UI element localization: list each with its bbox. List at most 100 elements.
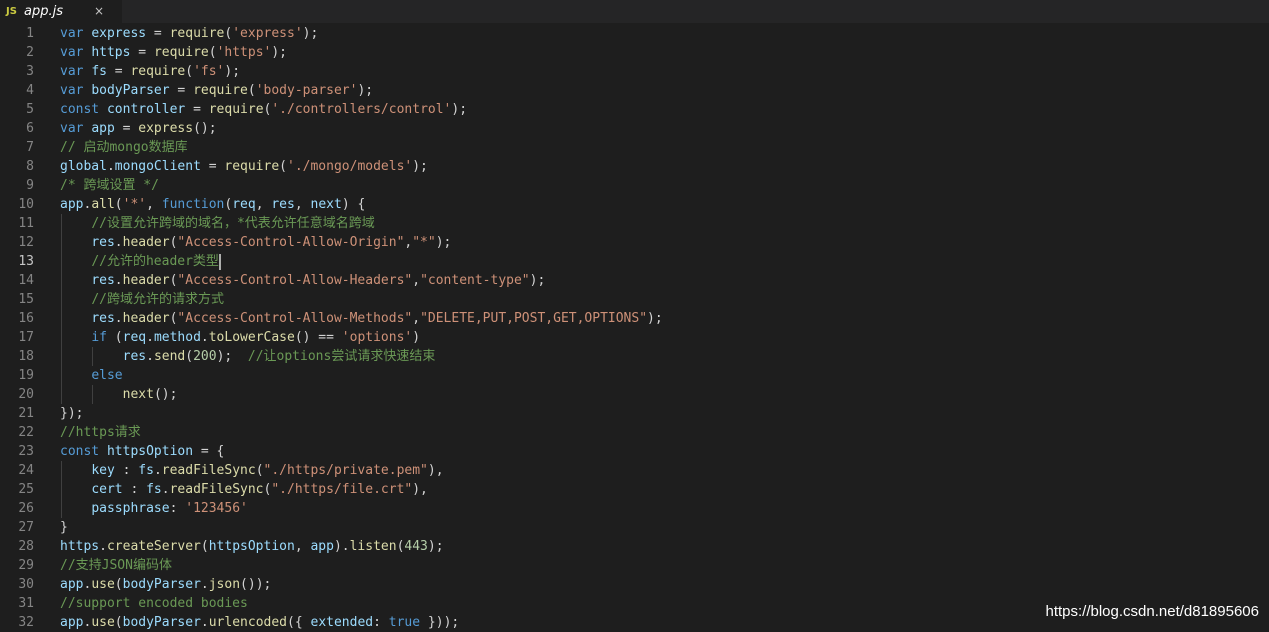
- tab-app-js[interactable]: JS app.js ×: [0, 0, 122, 23]
- code-line[interactable]: 12 res.header("Access-Control-Allow-Orig…: [0, 233, 1269, 252]
- code-line[interactable]: 19 else: [0, 366, 1269, 385]
- code-token: (: [106, 330, 123, 345]
- code-token: }: [60, 520, 68, 535]
- code-token: var: [60, 45, 92, 60]
- line-number: 16: [18, 311, 34, 326]
- line-number: 27: [18, 520, 34, 535]
- code-text: //support encoded bodies: [60, 594, 248, 613]
- code-token: (: [200, 539, 209, 554]
- code-token: https: [60, 539, 100, 554]
- code-token: 'options': [341, 330, 413, 345]
- code-line[interactable]: 28 https.createServer(httpsOption, app).l…: [0, 537, 1269, 556]
- code-line[interactable]: 3 var fs = require('fs');: [0, 62, 1269, 81]
- code-token: httpsOption: [106, 444, 194, 459]
- code-token: "Access-Control-Allow-Methods": [177, 311, 413, 326]
- close-icon[interactable]: ×: [92, 0, 106, 23]
- code-line[interactable]: 14 res.header("Access-Control-Allow-Head…: [0, 271, 1269, 290]
- code-line[interactable]: 21});: [0, 404, 1269, 423]
- code-text: }: [60, 518, 68, 537]
- code-token: () ==: [294, 330, 342, 345]
- code-token: .: [153, 463, 162, 478]
- code-text: var fs = require('fs');: [60, 62, 240, 81]
- code-token: ({: [287, 615, 311, 630]
- code-text: global.mongoClient = require('./mongo/mo…: [60, 157, 428, 176]
- code-token: 'express': [232, 26, 303, 41]
- code-line[interactable]: 9 /* 跨域设置 */: [0, 176, 1269, 195]
- code-token: /* 跨域设置 */: [60, 178, 159, 193]
- code-token: ),: [427, 463, 444, 478]
- code-line[interactable]: 4 var bodyParser = require('body-parser')…: [0, 81, 1269, 100]
- code-line[interactable]: 13 //允许的header类型: [0, 252, 1269, 271]
- code-token: header: [122, 235, 170, 250]
- code-line[interactable]: 1 var express = require('express');: [0, 24, 1269, 43]
- line-number: 10: [18, 197, 34, 212]
- code-token: .: [99, 539, 107, 554]
- code-token: :: [169, 501, 186, 516]
- code-token: readFileSync: [161, 463, 256, 478]
- indent-guide: [61, 214, 62, 404]
- code-text: const controller = require('./controller…: [60, 100, 467, 119]
- code-text: next();: [60, 385, 178, 404]
- code-text: app.use(bodyParser.urlencoded({ extended…: [60, 613, 459, 632]
- code-line[interactable]: 22 //https请求: [0, 423, 1269, 442]
- code-text: var https = require('https');: [60, 43, 287, 62]
- code-line[interactable]: 25 cert : fs.readFileSync("./https/file.…: [0, 480, 1269, 499]
- indent-guide: [92, 385, 93, 404]
- line-number: 21: [18, 406, 34, 421]
- code-editor[interactable]: 1 var express = require('express'); 2 var h…: [0, 24, 1269, 632]
- code-line[interactable]: 8 global.mongoClient = require('./mongo/m…: [0, 157, 1269, 176]
- code-token: else: [91, 368, 123, 383]
- code-line[interactable]: 15 //跨域允许的请求方式: [0, 290, 1269, 309]
- code-line[interactable]: 6 var app = express();: [0, 119, 1269, 138]
- code-token: var: [60, 121, 92, 136]
- code-line[interactable]: 20 next();: [0, 385, 1269, 404]
- code-line[interactable]: 5 const controller = require('./controlle…: [0, 100, 1269, 119]
- line-number: 15: [18, 292, 34, 307]
- code-token: });: [60, 406, 84, 421]
- code-token: var: [60, 64, 92, 79]
- line-number: 23: [18, 444, 34, 459]
- code-token: use: [91, 615, 115, 630]
- code-line[interactable]: 24 key : fs.readFileSync("./https/privat…: [0, 461, 1269, 480]
- code-token: express: [91, 26, 147, 41]
- code-line[interactable]: 7 // 启动mongo数据库: [0, 138, 1269, 157]
- code-token: method: [153, 330, 201, 345]
- code-token: .: [200, 615, 209, 630]
- code-line[interactable]: 2 var https = require('https');: [0, 43, 1269, 62]
- line-number: 32: [18, 615, 34, 630]
- code-line[interactable]: 26 passphrase: '123456': [0, 499, 1269, 518]
- code-token: .: [161, 482, 170, 497]
- code-token: (: [255, 463, 264, 478]
- code-token: '*': [122, 197, 147, 212]
- code-token: global: [60, 159, 107, 174]
- code-token: passphrase: [91, 501, 170, 516]
- code-token: ): [412, 330, 421, 345]
- code-token: :: [373, 615, 389, 630]
- line-number: 17: [18, 330, 34, 345]
- watermark: https://blog.csdn.net/d81895606: [1045, 603, 1259, 620]
- code-text: //设置允许跨域的域名，*代表允许任意域名跨域: [60, 214, 375, 233]
- javascript-file-icon: JS: [6, 6, 17, 17]
- code-line[interactable]: 30 app.use(bodyParser.json());: [0, 575, 1269, 594]
- code-line[interactable]: 10 app.all('*', function(req, res, next) …: [0, 195, 1269, 214]
- code-token: //设置允许跨域的域名，*代表允许任意域名跨域: [91, 216, 375, 231]
- code-line[interactable]: 18 res.send(200); //让options尝试请求快速结束: [0, 347, 1269, 366]
- line-number: 9: [26, 178, 34, 193]
- code-token: }));: [420, 615, 460, 630]
- code-line[interactable]: 29 //支持JSON编码体: [0, 556, 1269, 575]
- code-line[interactable]: 27}: [0, 518, 1269, 537]
- code-line[interactable]: 17 if (req.method.toLowerCase() == 'opti…: [0, 328, 1269, 347]
- line-number: 20: [18, 387, 34, 402]
- code-text: res.send(200); //让options尝试请求快速结束: [60, 347, 436, 366]
- code-line[interactable]: 11 //设置允许跨域的域名，*代表允许任意域名跨域: [0, 214, 1269, 233]
- code-token: const: [60, 444, 107, 459]
- code-text: /* 跨域设置 */: [60, 176, 159, 195]
- code-token: next: [310, 197, 342, 212]
- code-line[interactable]: 23 const httpsOption = {: [0, 442, 1269, 461]
- code-token: "content-type": [420, 273, 530, 288]
- code-line[interactable]: 16 res.header("Access-Control-Allow-Meth…: [0, 309, 1269, 328]
- code-token: req: [122, 330, 147, 345]
- line-number: 19: [18, 368, 34, 383]
